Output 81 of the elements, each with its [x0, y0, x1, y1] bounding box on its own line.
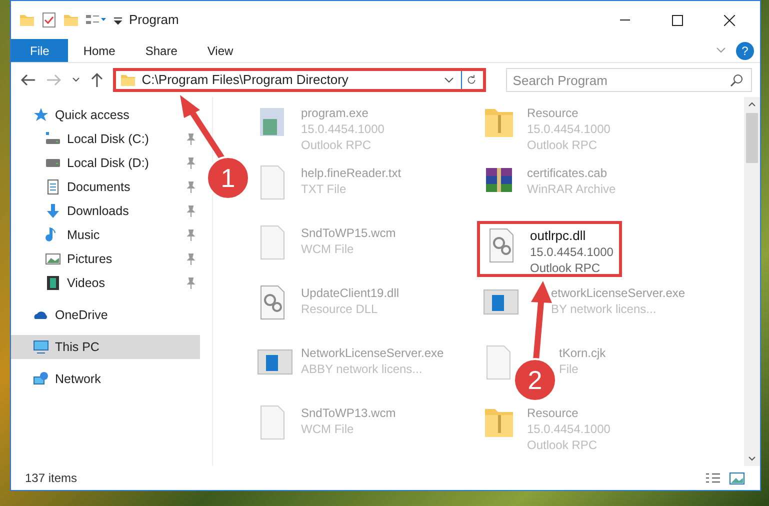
sidebar-item[interactable]: Videos — [11, 271, 200, 295]
file-name: tKorn.cjk — [559, 345, 606, 361]
search-icon[interactable] — [730, 73, 744, 87]
folder-icon — [120, 72, 136, 88]
pin-icon[interactable] — [186, 181, 196, 193]
sidebar-item[interactable]: This PC — [11, 335, 200, 359]
file-detail: Outlook RPC — [527, 437, 598, 453]
up-arrow-icon[interactable] — [88, 72, 105, 88]
ribbon-tab[interactable]: File — [11, 39, 68, 62]
close-icon — [724, 14, 734, 26]
folder-icon[interactable] — [63, 12, 79, 28]
file-detail: Outlook RPC — [301, 137, 372, 153]
window-title: Program — [129, 11, 179, 30]
sidebar-item[interactable]: Pictures — [11, 247, 200, 271]
file-detail: WCM File — [301, 421, 355, 437]
file-name: UpdateClient19.dll — [301, 285, 400, 301]
file-detail: File — [559, 361, 580, 377]
file-detail: BY network licens... — [551, 301, 658, 317]
file-detail: 15.0.4454.1000 — [301, 121, 384, 137]
ribbon-tab[interactable]: Home — [68, 39, 130, 62]
pin-icon[interactable] — [186, 229, 196, 241]
maximize-icon — [672, 14, 682, 26]
file-name: certificates.cab — [527, 165, 608, 181]
minimize-icon — [620, 19, 630, 21]
address-path: C:\Program Files\Program Directory — [142, 71, 348, 90]
sidebar-icon — [45, 203, 61, 219]
file-detail: 15.0.4454.1000 — [527, 421, 610, 437]
scrollbar[interactable] — [744, 97, 760, 466]
scroll-thumb[interactable] — [746, 113, 758, 163]
sidebar-item[interactable]: Network — [11, 367, 200, 391]
file-detail: TXT File — [301, 181, 348, 197]
file-detail: 15.0.4454.1000 — [530, 244, 614, 260]
file-name: Resource — [527, 105, 580, 121]
file-name: program.exe — [301, 105, 370, 121]
file-name: SndToWP15.wcm — [301, 225, 396, 241]
checklist-icon[interactable] — [41, 12, 57, 28]
sidebar-item[interactable]: Music — [11, 223, 200, 247]
file-detail: WinRAR Archive — [527, 181, 616, 197]
sidebar-icon — [45, 251, 61, 267]
file-detail: Resource DLL — [301, 301, 379, 317]
pin-icon[interactable] — [186, 157, 196, 169]
sidebar-item[interactable]: Local Disk (C:) — [11, 127, 200, 151]
file-name: help.fineReader.txt — [301, 165, 402, 181]
sidebar-icon — [33, 339, 49, 355]
file-detail: Outlook RPC — [527, 137, 598, 153]
pin-icon[interactable] — [186, 277, 196, 289]
sidebar-item[interactable]: Downloads — [11, 199, 200, 223]
help-button[interactable]: ? — [736, 42, 754, 60]
file-name: outlrpc.dll — [530, 228, 587, 244]
file-name: Resource — [527, 405, 580, 421]
sidebar-item[interactable]: Documents — [11, 175, 200, 199]
sidebar-item[interactable]: OneDrive — [11, 303, 200, 327]
details-view-icon[interactable] — [704, 471, 722, 485]
sidebar-item[interactable]: Local Disk (D:) — [11, 151, 200, 175]
file-detail: ABBY network licens... — [301, 361, 424, 377]
sidebar-icon — [45, 131, 61, 147]
pin-icon[interactable] — [186, 253, 196, 265]
pin-icon[interactable] — [186, 133, 196, 145]
file-detail: Outlook RPC — [530, 260, 602, 276]
sidebar-item[interactable]: Quick access — [11, 103, 200, 127]
file-name: NetworkLicenseServer.exe — [301, 345, 444, 361]
folder-icon[interactable] — [19, 12, 35, 28]
annotation-arrow-callout — [180, 95, 225, 160]
ribbon-tab[interactable]: Share — [130, 39, 192, 62]
pin-icon[interactable] — [186, 205, 196, 217]
sidebar-icon — [33, 371, 49, 387]
forward-arrow-icon[interactable] — [44, 72, 63, 88]
back-arrow-icon[interactable] — [19, 72, 37, 88]
large-icons-view-icon[interactable] — [728, 471, 746, 485]
highlighted-file-item[interactable]: outlrpc.dll 15.0.4454.1000 Outlook RPC — [477, 221, 622, 277]
file-name: SndToWP13.wcm — [301, 405, 396, 421]
sidebar-icon — [33, 107, 49, 123]
file-detail: 15.0.4454.1000 — [527, 121, 610, 137]
sidebar-icon — [45, 275, 61, 291]
item-count: 137 items — [25, 470, 78, 487]
search-field[interactable]: Search Program — [506, 68, 752, 92]
file-detail: WCM File — [301, 241, 355, 257]
sidebar-icon — [45, 179, 61, 195]
address-bar[interactable]: C:\Program Files\Program Directory — [112, 68, 486, 92]
ribbon-tab[interactable]: View — [192, 39, 248, 62]
file-name: etworkLicenseServer.exe — [551, 285, 686, 301]
